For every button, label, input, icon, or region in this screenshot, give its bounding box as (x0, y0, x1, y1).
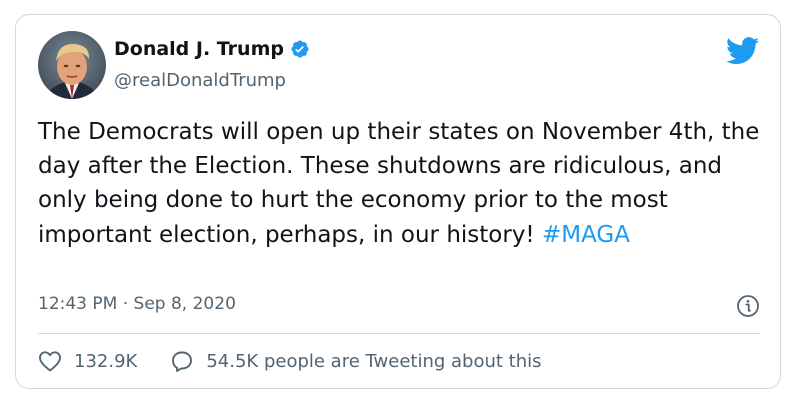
tweet-timestamp[interactable]: 12:43 PM · Sep 8, 2020 (38, 294, 236, 314)
conversation-text[interactable]: 54.5K people are Tweeting about this (206, 351, 541, 372)
meta-separator: · (117, 294, 134, 314)
tweet-card[interactable]: Donald J. Trump @realDonaldTrump The Dem… (15, 14, 781, 389)
verified-badge-icon (291, 40, 309, 58)
speech-bubble-icon (172, 351, 193, 372)
divider (38, 333, 760, 334)
author-avatar[interactable] (38, 31, 106, 99)
hashtag-link[interactable]: #MAGA (542, 222, 630, 248)
author-name-row[interactable]: Donald J. Trump (114, 38, 310, 60)
tweet-actions: 132.9K 54.5K people are Tweeting about t… (38, 350, 542, 372)
heart-icon (39, 351, 61, 372)
like-button[interactable]: 132.9K (38, 350, 137, 372)
tweet-body: The Democrats will open up their states … (38, 119, 760, 248)
info-icon[interactable] (736, 294, 760, 318)
tweet-text: The Democrats will open up their states … (38, 115, 760, 252)
tweet-date[interactable]: Sep 8, 2020 (134, 294, 236, 314)
tweet-time[interactable]: 12:43 PM (38, 294, 117, 314)
conversation-link[interactable]: 54.5K people are Tweeting about this (170, 350, 542, 372)
avatar-image (38, 31, 106, 99)
like-count: 132.9K (74, 350, 138, 372)
author-handle[interactable]: @realDonaldTrump (114, 70, 286, 91)
twitter-bird-icon[interactable] (726, 37, 760, 65)
author-display-name[interactable]: Donald J. Trump (114, 38, 284, 60)
